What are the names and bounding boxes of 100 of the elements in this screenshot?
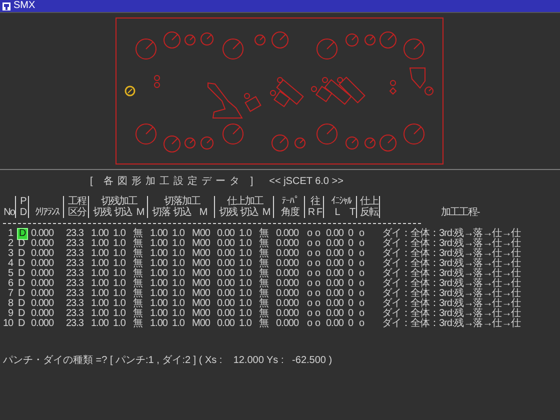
table-cell: 1.00 [91,248,108,259]
table-cell: 1.00 [150,258,168,269]
table-cell: 0 [348,268,354,279]
table-cell: o [315,278,320,289]
table-cell: 0.00 [217,228,234,239]
table-cell: ダイ：全体：3rd:残→落→仕→仕 [382,288,521,299]
table-cell: ダイ：全体：3rd:残→落→仕→仕 [382,268,521,279]
table-cell: 1.0 [113,248,126,259]
table-cell: 1.0 [239,318,252,329]
column-header: ｸﾘｱﾗﾝｽ [35,207,59,218]
table-cell[interactable]: D [18,278,25,289]
table-cell: 0.000 [276,258,299,269]
table-cell: o [359,298,364,309]
table-cell: 0.000 [31,298,54,309]
table-cell: 0 [348,278,354,289]
table-cell: 0.000 [31,318,54,329]
table-cell: 1.0 [172,278,184,289]
table-cell: 23.3 [66,238,84,249]
table-cell: 7 [8,288,13,299]
table-cell: 0.000 [31,228,54,239]
table-cell: 1.00 [150,308,168,319]
table-cell: 0.000 [276,228,299,239]
column-header: 切込 [240,207,258,218]
column-header: 切残 [219,207,237,218]
table-cell: 1.0 [172,258,184,269]
table-cell: 0.000 [276,238,299,249]
table-cell: 無 [133,308,142,319]
table-cell: 5 [8,268,13,279]
table-cell[interactable]: D [18,258,25,269]
table-cell: ダイ：全体：3rd:残→落→仕→仕 [382,248,521,259]
table-cell: 0.000 [31,288,54,299]
table-cell: 23.3 [66,258,84,269]
table-cell[interactable]: D [18,318,25,329]
table-cell: 1.0 [113,228,126,239]
table-cell: 0.000 [276,308,299,319]
table-cell: 1.0 [239,228,252,239]
table-cell: 1.0 [113,238,126,249]
table-cell: o [359,258,364,269]
table-cell: 1.00 [150,278,168,289]
table-cell: 0 [348,298,354,309]
table-cell: 1.00 [91,268,108,279]
table-cell: 無 [259,318,268,329]
input-prompt: パンチ・ダイの種類 =? [ パンチ:1 , ダイ:2 ] ( Xs : 12.000 Ys : -62.500 ) [3,356,334,366]
table-cell: o [307,238,312,249]
table-cell: 無 [133,238,142,249]
table-cell: o [315,288,320,299]
table-cell: 23.3 [66,268,84,279]
column-header: 切残 [93,207,111,218]
table-cell: 1.0 [172,308,184,319]
table-cell: 無 [133,248,142,259]
table-cell: 0.000 [276,278,299,289]
table-cell: o [359,308,364,319]
column-header: P [20,196,26,207]
table-cell[interactable]: D [18,288,25,299]
column-header: 加工工程- [440,207,480,218]
column-header: D [20,207,26,218]
table-cell: o [307,258,312,269]
table-cell: 0.00 [217,278,234,289]
table-cell: 9 [8,308,13,319]
window-title: SMX [14,0,36,12]
table-cell[interactable]: D [18,298,25,309]
table-cell: 1.0 [172,238,184,249]
column-header: 仕上加工 [227,196,263,207]
table-cell: 0 [348,248,354,259]
cursor-cell[interactable]: D [18,229,27,239]
table-cell: ダイ：全体：3rd:残→落→仕→仕 [382,258,521,269]
table-cell: 1.00 [150,248,168,259]
table-cell: 1.00 [91,318,108,329]
table-cell: 無 [259,268,268,279]
table-cell: 0.00 [326,258,344,269]
table-cell: 無 [259,258,268,269]
table-cell: o [315,318,320,329]
table-cell: 0.000 [31,248,54,259]
table-cell: 1.0 [172,318,184,329]
table-cell: 1.00 [91,238,108,249]
table-cell: o [307,248,312,259]
table-cell: M00 [192,248,210,259]
table-cell: M00 [192,258,210,269]
table-cell[interactable]: D [18,308,25,319]
table-cell: 1.0 [172,298,184,309]
table-cell: 0.00 [326,298,344,309]
table-cell: o [359,228,364,239]
column-header: ﾃｰﾊﾟ [282,196,298,207]
table-cell: 23.3 [66,318,84,329]
table-cell: o [307,228,312,239]
table-cell: o [359,288,364,299]
table-cell: 1.00 [150,238,168,249]
column-header: 区分 [68,207,86,218]
table-cell: 無 [133,298,142,309]
table-cell[interactable]: D [18,268,25,279]
table-cell: 無 [259,278,268,289]
table-cell: 0.000 [276,268,299,279]
table-cell: 23.3 [66,288,84,299]
column-header: 工程 [68,196,86,207]
table-cell: 1.00 [150,298,168,309]
table-cell: 1.00 [150,318,168,329]
column-header: L [334,207,340,218]
table-cell[interactable]: D [18,248,25,259]
table-cell[interactable]: D [18,238,25,249]
table-cell: o [359,278,364,289]
